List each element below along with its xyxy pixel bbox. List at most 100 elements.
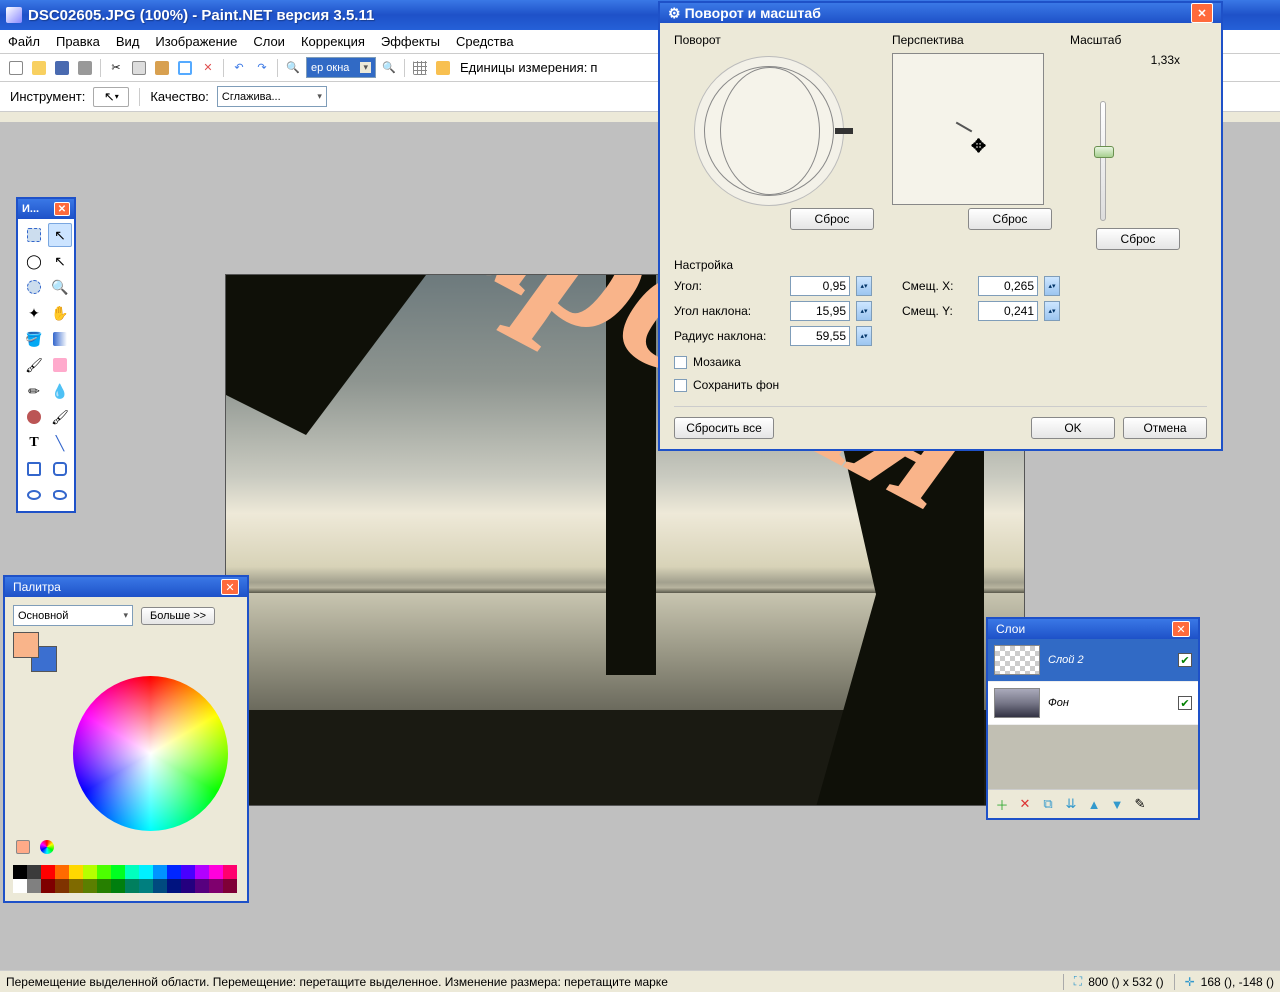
copy-icon[interactable] xyxy=(129,58,149,78)
print-icon[interactable] xyxy=(75,58,95,78)
layer-row[interactable]: Фон ✔ xyxy=(988,682,1198,725)
palette-color[interactable] xyxy=(125,865,139,879)
pan-tool[interactable]: ✋ xyxy=(48,301,72,325)
spinner-icon[interactable]: ▴▾ xyxy=(856,301,872,321)
ruler-icon[interactable] xyxy=(433,58,453,78)
tilt-radius-input[interactable] xyxy=(790,326,850,346)
layer-visibility-checkbox[interactable]: ✔ xyxy=(1178,653,1192,667)
more-button[interactable]: Больше >> xyxy=(141,607,215,625)
crop-icon[interactable] xyxy=(175,58,195,78)
rounded-rect-tool[interactable] xyxy=(48,457,72,481)
spinner-icon[interactable]: ▴▾ xyxy=(856,326,872,346)
line-tool[interactable]: ╲ xyxy=(48,431,72,455)
palette-color[interactable] xyxy=(111,865,125,879)
palette-color[interactable] xyxy=(167,879,181,893)
add-color-icon[interactable] xyxy=(13,837,33,857)
paste-icon[interactable] xyxy=(152,58,172,78)
layer-properties-icon[interactable]: ✎ xyxy=(1130,794,1150,814)
perspective-control[interactable]: ✥ xyxy=(892,53,1044,205)
palette-color[interactable] xyxy=(83,865,97,879)
cut-icon[interactable]: ✂ xyxy=(106,58,126,78)
palette-color[interactable] xyxy=(167,865,181,879)
gradient-tool[interactable] xyxy=(48,327,72,351)
color-mode-dropdown[interactable]: Основной▾ xyxy=(13,605,133,626)
undo-icon[interactable]: ↶ xyxy=(229,58,249,78)
palette-color[interactable] xyxy=(111,879,125,893)
palette-color[interactable] xyxy=(27,865,41,879)
deselect-icon[interactable]: ✕ xyxy=(198,58,218,78)
redo-icon[interactable]: ↷ xyxy=(252,58,272,78)
spinner-icon[interactable]: ▴▾ xyxy=(1044,301,1060,321)
layer-row[interactable]: Слой 2 ✔ xyxy=(988,639,1198,682)
layers-panel-title[interactable]: Слои✕ xyxy=(988,617,1198,639)
colors-panel-title[interactable]: Палитра✕ xyxy=(5,575,247,597)
tilt-angle-input[interactable] xyxy=(790,301,850,321)
reset-rotation-button[interactable]: Сброс xyxy=(790,208,874,230)
new-icon[interactable] xyxy=(6,58,26,78)
move-up-icon[interactable]: ▲ xyxy=(1084,794,1104,814)
primary-color[interactable] xyxy=(13,632,39,658)
open-icon[interactable] xyxy=(29,58,49,78)
palette-color[interactable] xyxy=(139,865,153,879)
color-picker-tool[interactable]: 💧 xyxy=(48,379,72,403)
menu-tools[interactable]: Средства xyxy=(456,34,514,49)
menu-effects[interactable]: Эффекты xyxy=(381,34,440,49)
dialog-titlebar[interactable]: ⚙Поворот и масштаб ✕ xyxy=(660,1,1221,23)
reset-perspective-button[interactable]: Сброс xyxy=(968,208,1052,230)
menu-view[interactable]: Вид xyxy=(116,34,140,49)
grid-icon[interactable] xyxy=(410,58,430,78)
ellipse-tool[interactable] xyxy=(22,483,46,507)
merge-down-icon[interactable]: ⇊ xyxy=(1061,794,1081,814)
color-wheel[interactable] xyxy=(73,676,228,831)
quality-dropdown[interactable]: Сглажива...▾ xyxy=(217,86,327,107)
zoom-in-icon[interactable]: 🔍 xyxy=(379,58,399,78)
palette-color[interactable] xyxy=(223,879,237,893)
palette-strip[interactable] xyxy=(13,865,245,893)
palette-color[interactable] xyxy=(153,879,167,893)
keep-bg-checkbox[interactable] xyxy=(674,379,687,392)
palette-color[interactable] xyxy=(209,879,223,893)
palette-color[interactable] xyxy=(55,879,69,893)
menu-edit[interactable]: Правка xyxy=(56,34,100,49)
palette-color[interactable] xyxy=(13,879,27,893)
palette-color[interactable] xyxy=(97,879,111,893)
close-icon[interactable]: ✕ xyxy=(221,579,239,595)
palette-color[interactable] xyxy=(181,879,195,893)
menu-image[interactable]: Изображение xyxy=(155,34,237,49)
palette-color[interactable] xyxy=(69,879,83,893)
move-down-icon[interactable]: ▼ xyxy=(1107,794,1127,814)
palette-color[interactable] xyxy=(209,865,223,879)
rectangle-tool[interactable] xyxy=(22,457,46,481)
palette-color[interactable] xyxy=(13,865,27,879)
duplicate-layer-icon[interactable]: ⧉ xyxy=(1038,794,1058,814)
reset-all-button[interactable]: Сбросить все xyxy=(674,417,774,439)
magic-wand-tool[interactable]: ✦ xyxy=(22,301,46,325)
close-icon[interactable]: ✕ xyxy=(1191,3,1213,23)
palette-color[interactable] xyxy=(41,879,55,893)
scale-slider[interactable] xyxy=(1070,73,1150,228)
layer-visibility-checkbox[interactable]: ✔ xyxy=(1178,696,1192,710)
save-icon[interactable] xyxy=(52,58,72,78)
offset-x-input[interactable] xyxy=(978,276,1038,296)
rotation-control[interactable] xyxy=(674,53,864,208)
palette-color[interactable] xyxy=(195,865,209,879)
text-tool[interactable]: T xyxy=(22,431,46,455)
tools-panel-title[interactable]: И...✕ xyxy=(18,197,74,219)
color-swatches[interactable] xyxy=(13,632,57,672)
spinner-icon[interactable]: ▴▾ xyxy=(1044,276,1060,296)
spinner-icon[interactable]: ▴▾ xyxy=(856,276,872,296)
palette-color[interactable] xyxy=(223,865,237,879)
ok-button[interactable]: OK xyxy=(1031,417,1115,439)
zoom-tool[interactable]: 🔍 xyxy=(48,275,72,299)
palette-color[interactable] xyxy=(27,879,41,893)
palette-color[interactable] xyxy=(69,865,83,879)
reset-scale-button[interactable]: Сброс xyxy=(1096,228,1180,250)
palette-color[interactable] xyxy=(83,879,97,893)
palette-color[interactable] xyxy=(181,865,195,879)
palette-color[interactable] xyxy=(195,879,209,893)
tool-picker[interactable]: ↖▾ xyxy=(93,87,129,107)
move-tool[interactable]: ↖ xyxy=(48,249,72,273)
palette-color[interactable] xyxy=(41,865,55,879)
offset-y-input[interactable] xyxy=(978,301,1038,321)
close-icon[interactable]: ✕ xyxy=(54,202,70,216)
